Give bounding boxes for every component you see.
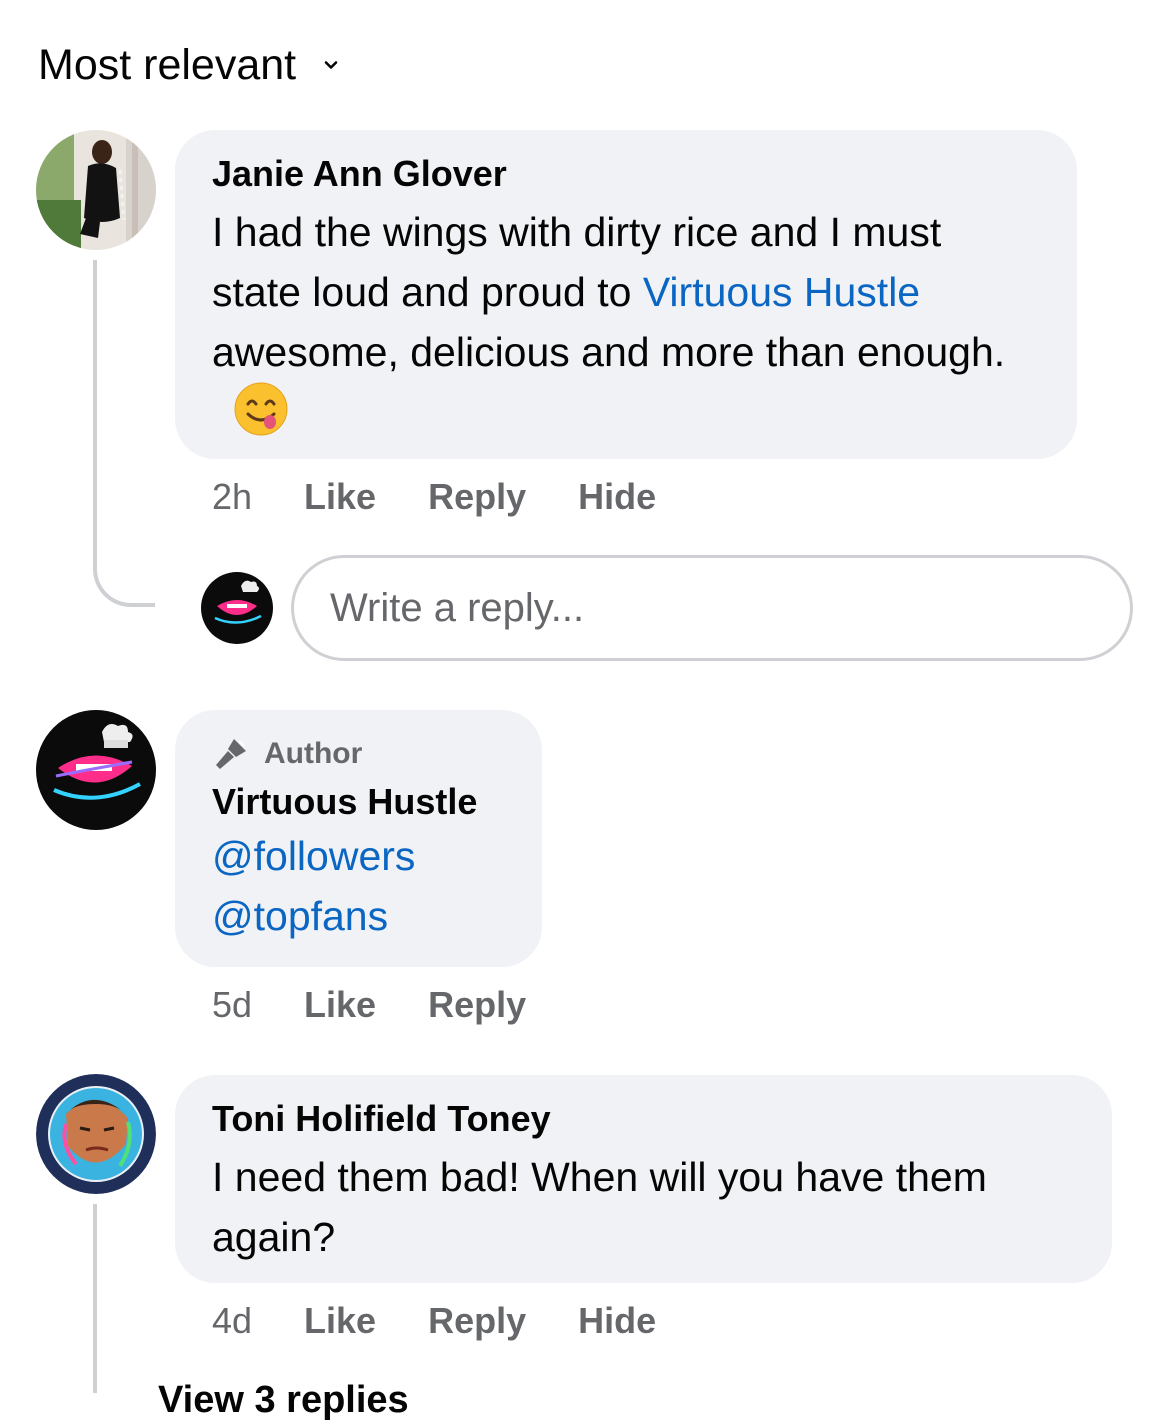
- comment-timestamp[interactable]: 4d: [212, 1300, 252, 1342]
- comment-text: I had the wings with dirty rice and I mu…: [212, 202, 1041, 442]
- mention-link[interactable]: Virtuous Hustle: [643, 269, 920, 315]
- comment-timestamp[interactable]: 5d: [212, 984, 252, 1026]
- comment-bubble: Janie Ann Glover I had the wings with di…: [175, 130, 1077, 459]
- tag-link-topfans[interactable]: @topfans: [212, 886, 506, 946]
- comment-author-name[interactable]: Virtuous Hustle: [212, 780, 506, 824]
- hide-button[interactable]: Hide: [578, 1300, 656, 1342]
- current-user-avatar: [201, 572, 273, 644]
- avatar-virtuous-hustle[interactable]: [36, 710, 156, 830]
- comment-timestamp[interactable]: 2h: [212, 476, 252, 518]
- reply-input-placeholder: Write a reply...: [330, 585, 585, 630]
- thread-line: [93, 1204, 97, 1393]
- thread-line: [93, 260, 155, 607]
- comment-actions: 4d Like Reply Hide: [212, 1300, 708, 1342]
- reply-button[interactable]: Reply: [428, 1300, 526, 1342]
- comment-author-name[interactable]: Toni Holifield Toney: [212, 1097, 1076, 1141]
- like-button[interactable]: Like: [304, 476, 376, 518]
- author-badge-label: Author: [264, 737, 363, 770]
- sort-dropdown[interactable]: Most relevant: [38, 38, 338, 92]
- comment-bubble: Author Virtuous Hustle @followers @topfa…: [175, 710, 542, 967]
- hide-button[interactable]: Hide: [578, 476, 656, 518]
- reply-button[interactable]: Reply: [428, 476, 526, 518]
- comment-author-name[interactable]: Janie Ann Glover: [212, 152, 1041, 196]
- comment-text-part: awesome, delicious and more than enough.: [212, 329, 1006, 375]
- chevron-down-icon: [324, 61, 338, 69]
- comment-actions: 2h Like Reply Hide: [212, 476, 708, 518]
- like-button[interactable]: Like: [304, 984, 376, 1026]
- reply-input[interactable]: Write a reply...: [291, 555, 1133, 661]
- author-badge: Author: [212, 734, 506, 774]
- reply-button[interactable]: Reply: [428, 984, 526, 1026]
- face-savoring-food-emoji: [234, 382, 288, 436]
- avatar-toni-holifield-toney[interactable]: [36, 1074, 156, 1194]
- microphone-icon: [216, 739, 246, 769]
- like-button[interactable]: Like: [304, 1300, 376, 1342]
- comment-text: I need them bad! When will you have them…: [212, 1154, 987, 1260]
- avatar-janie-ann-glover[interactable]: [36, 130, 156, 250]
- comment-bubble: Toni Holifield Toney I need them bad! Wh…: [175, 1075, 1112, 1283]
- view-replies-link[interactable]: View 3 replies: [158, 1378, 409, 1422]
- comment-actions: 5d Like Reply: [212, 984, 578, 1026]
- sort-label: Most relevant: [38, 41, 297, 89]
- tag-link-followers[interactable]: @followers: [212, 826, 506, 886]
